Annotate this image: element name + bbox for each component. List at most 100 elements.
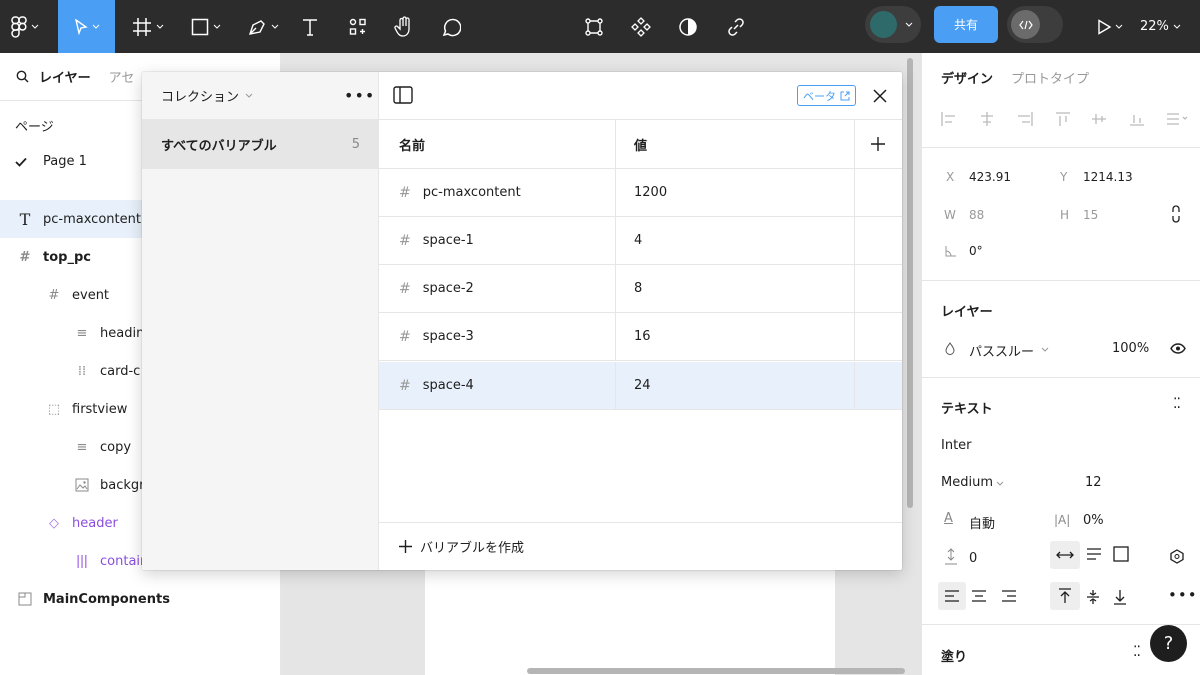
close-icon[interactable] bbox=[873, 89, 887, 103]
resources-button[interactable] bbox=[344, 0, 372, 53]
multiplayer-avatar-button[interactable] bbox=[865, 6, 921, 43]
frame-tool-button[interactable] bbox=[125, 0, 170, 53]
align-left-button[interactable] bbox=[938, 582, 966, 610]
sidebar-toggle-icon[interactable] bbox=[393, 86, 413, 104]
stack-icon: ≡ bbox=[76, 325, 88, 341]
collections-sidebar: コレクション ••• すべてのバリアブル 5 bbox=[142, 72, 379, 570]
auto-width-button[interactable] bbox=[1050, 541, 1080, 569]
table-row[interactable]: # pc-maxcontent 1200 bbox=[379, 169, 902, 217]
align-right-icon[interactable] bbox=[1001, 590, 1017, 602]
instance-icon: ◇ bbox=[49, 515, 59, 531]
constrain-proportions-icon[interactable] bbox=[1171, 205, 1181, 223]
font-family-dropdown[interactable]: Inter bbox=[941, 438, 972, 453]
component-icon bbox=[631, 16, 651, 37]
variable-value[interactable]: 16 bbox=[634, 329, 651, 344]
align-center-icon[interactable] bbox=[971, 590, 987, 602]
tab-assets[interactable]: アセ bbox=[109, 67, 135, 86]
main-menu-button[interactable] bbox=[0, 0, 50, 53]
width-input[interactable]: 88 bbox=[969, 208, 984, 222]
link-icon bbox=[728, 17, 744, 36]
horizontal-scrollbar[interactable] bbox=[527, 668, 905, 674]
comment-tool-button[interactable] bbox=[437, 0, 465, 53]
fixed-size-icon[interactable] bbox=[1113, 546, 1129, 562]
more-options-icon[interactable]: ••• bbox=[1168, 586, 1198, 604]
layer-section-title: レイヤー bbox=[941, 305, 993, 320]
link-button[interactable] bbox=[722, 0, 750, 53]
y-input[interactable]: 1214.13 bbox=[1083, 170, 1133, 184]
align-bottom-icon[interactable] bbox=[1113, 589, 1127, 605]
align-middle-icon[interactable] bbox=[1086, 589, 1100, 605]
text-tool-button[interactable] bbox=[296, 0, 324, 53]
fill-styles-icon[interactable]: ⁚⁚ bbox=[1133, 644, 1141, 660]
zoom-dropdown[interactable]: 22% bbox=[1140, 0, 1181, 53]
mask-button[interactable] bbox=[674, 0, 702, 53]
resources-icon bbox=[349, 18, 366, 35]
x-input[interactable]: 423.91 bbox=[969, 170, 1011, 184]
text-styles-icon[interactable]: ⁚⁚ bbox=[1173, 396, 1181, 412]
collection-count: 5 bbox=[351, 137, 360, 152]
collection-item[interactable]: すべてのバリアブル 5 bbox=[142, 120, 379, 169]
text-section: テキスト ⁚⁚ Inter Medium 12 A 自動 |A| 0% 0 ••… bbox=[922, 378, 1200, 625]
figma-logo-icon bbox=[11, 15, 27, 38]
align-top-button[interactable] bbox=[1050, 582, 1080, 610]
present-button[interactable] bbox=[1090, 0, 1130, 53]
table-row[interactable]: # space-1 4 bbox=[379, 217, 902, 265]
frame-corners-icon bbox=[585, 17, 603, 36]
comment-icon bbox=[442, 18, 461, 36]
beta-label: ベータ bbox=[803, 89, 836, 103]
page-item[interactable]: Page 1 bbox=[15, 154, 87, 169]
search-icon[interactable] bbox=[16, 70, 29, 83]
height-input[interactable]: 15 bbox=[1083, 208, 1098, 222]
table-row[interactable]: # space-3 16 bbox=[379, 313, 902, 361]
help-button[interactable]: ? bbox=[1150, 625, 1187, 662]
table-row[interactable]: # space-2 8 bbox=[379, 265, 902, 313]
h-label: H bbox=[1060, 208, 1070, 222]
chevron-down-icon bbox=[1173, 24, 1181, 29]
layer-main-components[interactable]: MainComponents bbox=[0, 580, 281, 618]
tab-prototype[interactable]: プロトタイプ bbox=[1011, 68, 1089, 87]
create-component-button[interactable] bbox=[627, 0, 655, 53]
tab-design[interactable]: デザイン bbox=[941, 68, 993, 87]
opacity-input[interactable]: 100% bbox=[1112, 341, 1149, 356]
layer-label: top_pc bbox=[43, 249, 91, 265]
create-variable-button[interactable]: バリアブルを作成 bbox=[379, 522, 902, 570]
w-label: W bbox=[944, 208, 956, 222]
align-left-icon bbox=[945, 590, 959, 602]
component-edit-button[interactable] bbox=[580, 0, 608, 53]
font-size-input[interactable]: 12 bbox=[1085, 475, 1102, 490]
rotation-input[interactable]: 0° bbox=[969, 244, 983, 258]
line-height-input[interactable]: 自動 bbox=[969, 513, 995, 532]
auto-height-icon[interactable] bbox=[1086, 547, 1102, 561]
eye-icon[interactable] bbox=[1170, 343, 1186, 354]
collections-dropdown[interactable]: コレクション bbox=[142, 72, 378, 120]
question-icon: ? bbox=[1163, 633, 1174, 654]
vertical-scrollbar[interactable] bbox=[907, 58, 913, 508]
hexagon-settings-icon[interactable] bbox=[1170, 549, 1184, 564]
chevron-down-icon bbox=[245, 93, 253, 98]
font-weight-dropdown[interactable]: Medium bbox=[941, 475, 993, 490]
tab-layers[interactable]: レイヤー bbox=[39, 67, 91, 86]
variable-value[interactable]: 4 bbox=[634, 233, 642, 248]
variable-value[interactable]: 1200 bbox=[634, 185, 667, 200]
more-options-icon[interactable]: ••• bbox=[344, 86, 375, 105]
paragraph-spacing-input[interactable]: 0 bbox=[969, 551, 977, 566]
group-icon: ⬚ bbox=[47, 401, 61, 417]
stack-icon: ≡ bbox=[76, 439, 88, 455]
letter-spacing-input[interactable]: 0% bbox=[1083, 513, 1104, 528]
layer-label: event bbox=[72, 287, 110, 303]
add-mode-icon[interactable] bbox=[871, 137, 885, 151]
hand-tool-button[interactable] bbox=[390, 0, 418, 53]
pen-tool-button[interactable] bbox=[240, 0, 285, 53]
table-header: 名前 値 bbox=[379, 120, 902, 169]
frame-icon: # bbox=[48, 287, 60, 303]
dev-mode-toggle[interactable] bbox=[1007, 6, 1063, 43]
table-row[interactable]: # space-4 24 bbox=[379, 362, 902, 410]
blend-mode-dropdown[interactable]: パススルー bbox=[969, 341, 1034, 360]
beta-badge[interactable]: ベータ bbox=[797, 85, 856, 106]
move-tool-button[interactable] bbox=[58, 0, 115, 53]
variable-value[interactable]: 24 bbox=[634, 378, 651, 393]
alignment-icons[interactable] bbox=[940, 111, 1190, 127]
variable-value[interactable]: 8 bbox=[634, 281, 642, 296]
shape-tool-button[interactable] bbox=[183, 0, 228, 53]
share-button[interactable]: 共有 bbox=[934, 6, 998, 43]
